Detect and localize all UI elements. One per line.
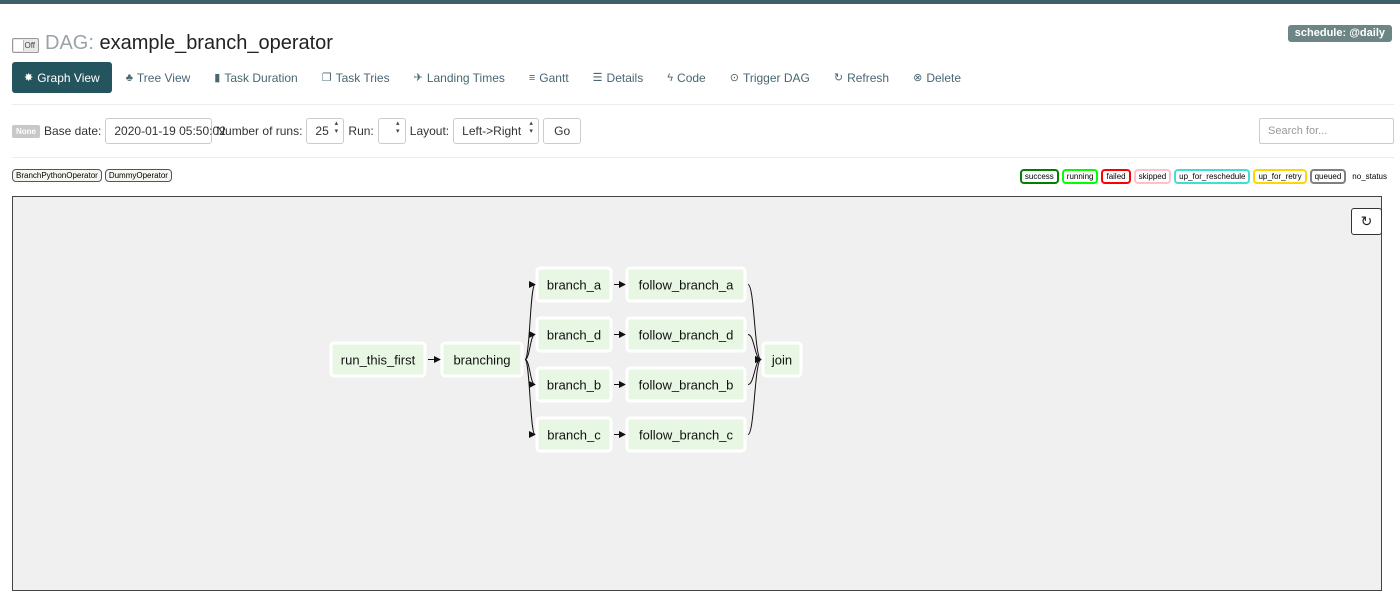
- task-node-label: run_this_first: [341, 353, 416, 368]
- refresh-icon: ↻: [1360, 213, 1373, 229]
- nav-task-duration[interactable]: ▮ Task Duration: [202, 62, 309, 93]
- task-node-label: follow_branch_b: [639, 378, 734, 393]
- nav-label: Task Duration: [224, 70, 298, 85]
- operator-legend: BranchPythonOperator DummyOperator: [12, 169, 172, 182]
- graph-options-form: None Base date: 2020-01-19 05:50:02 Numb…: [12, 118, 582, 144]
- task-node-follow-branch-b[interactable]: follow_branch_b: [625, 366, 747, 403]
- gantt-icon: ≡: [528, 71, 536, 84]
- run-select[interactable]: [377, 118, 406, 144]
- task-node-label: branch_b: [547, 378, 601, 393]
- plane-icon: ✈: [413, 72, 423, 84]
- task-node-branch-c[interactable]: branch_c: [535, 416, 613, 453]
- graph-icon: ✸: [24, 72, 34, 84]
- divider: [12, 157, 1394, 158]
- task-tries-icon: ❐: [321, 72, 332, 84]
- nav-trigger-dag[interactable]: ⊙ Trigger DAG: [718, 62, 822, 93]
- run-label: Run:: [348, 124, 374, 138]
- nav-graph-view[interactable]: ✸ Graph View: [12, 62, 112, 93]
- nav-label: Task Tries: [335, 70, 390, 85]
- nav-label: Graph View: [37, 70, 100, 85]
- status-legend: success running failed skipped up_for_resche…: [1019, 169, 1390, 184]
- dag-name: example_branch_operator: [99, 32, 333, 54]
- task-node-label: branch_d: [547, 328, 601, 343]
- task-node-label: follow_branch_d: [639, 328, 734, 343]
- nav-delete[interactable]: ⊗ Delete: [901, 62, 973, 93]
- bar-chart-icon: ▮: [214, 72, 221, 84]
- status-tag-up-for-retry[interactable]: up_for_retry: [1253, 169, 1307, 184]
- play-circle-icon: ⊙: [729, 72, 739, 84]
- task-node-branch-a[interactable]: branch_a: [535, 266, 613, 303]
- task-node-label: branching: [453, 353, 510, 368]
- dag-prefix: DAG:: [45, 32, 94, 54]
- nav-tree-view[interactable]: ♣ Tree View: [114, 62, 203, 93]
- nav-label: Refresh: [847, 70, 890, 85]
- none-badge: None: [12, 124, 40, 138]
- nav-refresh[interactable]: ↻ Refresh: [822, 62, 901, 93]
- schedule-badge: schedule: @daily: [1287, 25, 1392, 42]
- status-tag-queued[interactable]: queued: [1309, 169, 1347, 184]
- nav-gantt[interactable]: ≡ Gantt: [517, 62, 581, 93]
- dag-pause-toggle[interactable]: Off: [12, 38, 39, 53]
- dag-graph: run_this_first branching branch_a branch_db…: [329, 266, 803, 453]
- layout-select[interactable]: Left->Right: [453, 118, 540, 144]
- graph-panel: run_this_first branching branch_a branch_db…: [12, 196, 1382, 591]
- delete-circle-icon: ⊗: [913, 72, 923, 84]
- graph-refresh-button[interactable]: ↻: [1351, 208, 1382, 235]
- nav-label: Tree View: [136, 70, 191, 85]
- status-tag-skipped[interactable]: skipped: [1133, 169, 1172, 184]
- nav-label: Landing Times: [426, 70, 505, 85]
- tree-icon: ♣: [125, 71, 133, 84]
- operator-tag: BranchPythonOperator: [12, 169, 102, 182]
- nav-label: Code: [677, 70, 706, 85]
- status-tag-success[interactable]: success: [1019, 169, 1059, 184]
- nav-task-tries[interactable]: ❐ Task Tries: [310, 62, 402, 93]
- task-node-label: branch_c: [547, 428, 601, 443]
- go-button[interactable]: Go: [543, 118, 582, 144]
- nav-label: Details: [606, 70, 644, 85]
- task-node-branch-d[interactable]: branch_d: [535, 316, 613, 353]
- base-date-input[interactable]: 2020-01-19 05:50:02: [105, 118, 226, 144]
- task-node-branch-b[interactable]: branch_b: [535, 366, 613, 403]
- task-node-follow-branch-d[interactable]: follow_branch_d: [625, 316, 747, 353]
- nav-code[interactable]: ϟ Code: [655, 62, 718, 93]
- task-node-branching[interactable]: branching: [440, 341, 524, 378]
- status-tag-failed[interactable]: failed: [1101, 169, 1131, 184]
- num-runs-label: Number of runs:: [216, 124, 303, 138]
- task-node-label: follow_branch_a: [639, 278, 734, 293]
- list-icon: ☰: [592, 72, 603, 84]
- status-tag-no-status[interactable]: no_status: [1349, 171, 1390, 182]
- task-node-label: follow_branch_c: [639, 428, 733, 443]
- top-accent-bar: [0, 0, 1400, 4]
- status-tag-running[interactable]: running: [1061, 169, 1099, 184]
- num-runs-select[interactable]: 25: [306, 118, 345, 144]
- dag-view-nav: ✸ Graph View ♣ Tree View ▮ Task Duration ❐ Task…: [12, 62, 973, 93]
- task-node-label: join: [771, 353, 792, 368]
- operator-tag: DummyOperator: [104, 169, 172, 182]
- status-tag-up-for-reschedule[interactable]: up_for_reschedule: [1174, 169, 1251, 184]
- task-node-join[interactable]: join: [761, 341, 803, 378]
- refresh-icon: ↻: [833, 72, 844, 84]
- task-node-follow-branch-c[interactable]: follow_branch_c: [625, 416, 747, 453]
- nav-label: Delete: [926, 70, 962, 85]
- bolt-icon: ϟ: [667, 71, 674, 84]
- nav-details[interactable]: ☰ Details: [581, 62, 656, 93]
- layout-label: Layout:: [409, 124, 450, 138]
- nav-label: Gantt: [539, 70, 569, 85]
- task-node-follow-branch-a[interactable]: follow_branch_a: [625, 266, 747, 303]
- nav-landing-times[interactable]: ✈ Landing Times: [402, 62, 517, 93]
- page-title: DAG: example_branch_operator: [45, 32, 333, 55]
- nav-label: Trigger DAG: [742, 70, 810, 85]
- task-node-label: branch_a: [547, 278, 602, 293]
- divider: [12, 104, 1394, 105]
- search-input[interactable]: [1259, 118, 1394, 144]
- base-date-label: Base date:: [44, 124, 102, 138]
- task-node-run-this-first[interactable]: run_this_first: [329, 341, 427, 378]
